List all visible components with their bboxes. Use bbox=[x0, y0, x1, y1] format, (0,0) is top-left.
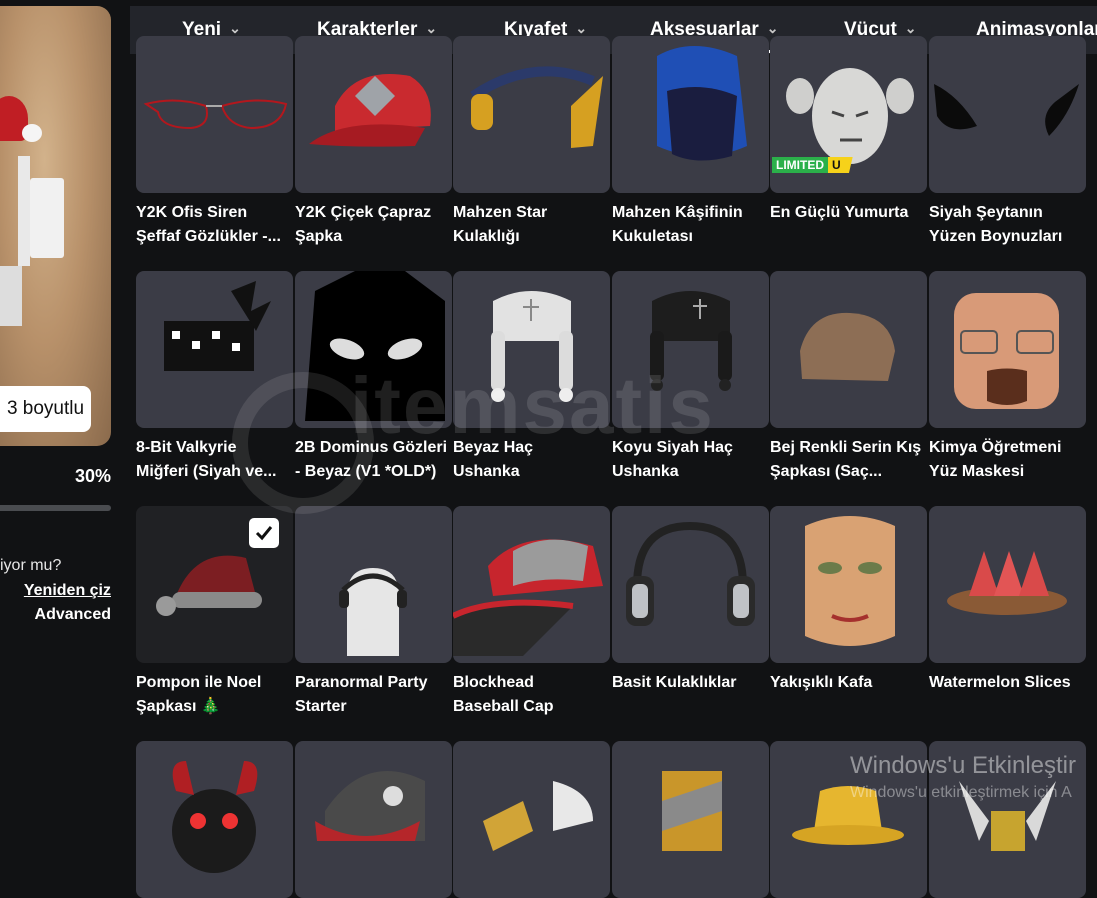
item-thumbnail[interactable] bbox=[929, 506, 1086, 663]
item-name: Mahzen Kâşifinin bbox=[612, 204, 743, 221]
item-name: Baseball Cap bbox=[453, 698, 554, 715]
item-thumbnail[interactable] bbox=[612, 741, 769, 898]
avatar-torso bbox=[18, 156, 30, 266]
top-hat-icon bbox=[662, 771, 722, 851]
progress-fill bbox=[0, 505, 34, 511]
item-name: Yüzen Boynuzları bbox=[929, 228, 1063, 245]
item-name: Ushanka bbox=[453, 463, 520, 480]
item-name: Kimya Öğretmeni bbox=[929, 439, 1062, 456]
item-name: Watermelon Slices bbox=[929, 674, 1071, 691]
item-name: Kukuletası bbox=[612, 228, 693, 245]
item-name: Ushanka bbox=[612, 463, 679, 480]
item-name: En Güçlü Yumurta bbox=[770, 204, 909, 221]
selected-checkbox[interactable] bbox=[249, 518, 279, 548]
ghost-icon bbox=[339, 568, 407, 656]
item-name: Şapka bbox=[295, 228, 343, 245]
item-thumbnail[interactable] bbox=[770, 271, 927, 428]
item-name: Şapkası 🎄 bbox=[136, 698, 221, 715]
item-thumbnail[interactable] bbox=[136, 506, 293, 663]
item-name: Kulaklığı bbox=[453, 228, 520, 245]
item-name: Y2K Ofis Siren bbox=[136, 204, 248, 221]
monster-hat-icon bbox=[172, 761, 258, 873]
golden-mask-icon bbox=[483, 781, 593, 851]
item-name: - Beyaz (V1 *OLD*) bbox=[295, 463, 437, 480]
item-name: Y2K Çiçek Çapraz bbox=[295, 204, 432, 221]
avatar-panel: 3 boyutlu 30% iyor mu? Yeniden çiz Advan… bbox=[0, 0, 130, 849]
item-thumbnail[interactable] bbox=[295, 271, 452, 428]
headphones-icon bbox=[470, 66, 603, 148]
windows-activation-subtitle: Windows'u etkinleştirmek için A bbox=[850, 784, 1072, 801]
progress-bar bbox=[0, 505, 111, 511]
teacher-face-icon bbox=[954, 293, 1059, 409]
item-name: Pompon ile Noel bbox=[136, 674, 262, 691]
avatar-legs bbox=[0, 266, 22, 326]
avatar-arm bbox=[30, 178, 64, 258]
redraw-link[interactable]: Yeniden çiz bbox=[24, 582, 111, 600]
view-3d-button[interactable]: 3 boyutlu bbox=[0, 386, 91, 432]
item-thumbnail[interactable] bbox=[295, 36, 452, 193]
item-thumbnail[interactable] bbox=[295, 741, 452, 898]
shark-cap-icon bbox=[315, 771, 425, 841]
item-name: Mahzen Star bbox=[453, 204, 548, 221]
item-name: Basit Kulaklıklar bbox=[612, 674, 737, 691]
headphones-icon bbox=[626, 521, 755, 626]
item-thumbnail[interactable] bbox=[295, 506, 452, 663]
item-grid: Y2K Ofis Siren Şeffaf Gözlükler -... Y2K… bbox=[136, 0, 1097, 898]
item-thumbnail[interactable] bbox=[770, 506, 927, 663]
item-name: Siyah Şeytanın bbox=[929, 204, 1043, 221]
item-name: Miğferi (Siyah ve... bbox=[136, 463, 277, 480]
hood-icon bbox=[657, 46, 747, 161]
beanie-icon bbox=[800, 312, 895, 381]
horns-icon bbox=[934, 84, 1079, 136]
item-thumbnail[interactable]: LIMITED U bbox=[770, 36, 927, 193]
cap-icon bbox=[309, 74, 431, 147]
limited-badge: LIMITED U bbox=[772, 157, 853, 173]
white-ushanka-icon bbox=[491, 291, 573, 402]
item-name: Şapkası (Saç... bbox=[770, 463, 883, 480]
item-name: Bej Renkli Serin Kış bbox=[770, 439, 922, 456]
item-thumbnail[interactable] bbox=[136, 36, 293, 193]
progress-percent: 30% bbox=[74, 466, 111, 486]
item-thumbnail[interactable] bbox=[453, 271, 610, 428]
item-name: Şeffaf Gözlükler -... bbox=[136, 228, 281, 245]
item-name: Paranormal Party bbox=[295, 674, 428, 691]
question-text: iyor mu? bbox=[0, 557, 62, 574]
item-name: Blockhead bbox=[453, 674, 534, 691]
item-name: Yüz Maskesi bbox=[929, 463, 1025, 480]
pixel-helmet-icon bbox=[164, 281, 271, 371]
watermelon-icon bbox=[947, 551, 1067, 615]
black-ushanka-icon bbox=[650, 291, 732, 391]
item-name: 2B Dominus Gözleri bbox=[295, 439, 448, 456]
face-icon bbox=[805, 516, 895, 646]
item-thumbnail[interactable] bbox=[136, 741, 293, 898]
item-thumbnail[interactable] bbox=[612, 506, 769, 663]
item-name: Koyu Siyah Haç bbox=[612, 439, 733, 456]
item-name: Yakışıklı Kafa bbox=[770, 674, 873, 691]
windows-activation-title: Windows'u Etkinleştir bbox=[850, 752, 1076, 779]
checkmark-icon bbox=[255, 526, 273, 541]
dominus-eyes-icon bbox=[305, 271, 445, 421]
avatar-preview[interactable] bbox=[0, 6, 111, 446]
item-thumbnail[interactable] bbox=[929, 36, 1086, 193]
glasses-icon bbox=[143, 99, 288, 130]
item-thumbnail[interactable] bbox=[612, 36, 769, 193]
item-name: Beyaz Haç bbox=[453, 439, 534, 456]
item-thumbnail[interactable] bbox=[453, 506, 610, 663]
item-name: Starter bbox=[295, 698, 347, 715]
item-thumbnail[interactable] bbox=[136, 271, 293, 428]
baseball-cap-icon bbox=[453, 539, 603, 656]
item-thumbnail[interactable] bbox=[612, 271, 769, 428]
avatar-hat-pompom bbox=[22, 124, 42, 142]
item-thumbnail[interactable] bbox=[929, 271, 1086, 428]
item-thumbnail[interactable] bbox=[453, 741, 610, 898]
item-name: 8-Bit Valkyrie bbox=[136, 439, 237, 456]
advanced-link[interactable]: Advanced bbox=[35, 606, 111, 624]
item-thumbnail[interactable] bbox=[453, 36, 610, 193]
